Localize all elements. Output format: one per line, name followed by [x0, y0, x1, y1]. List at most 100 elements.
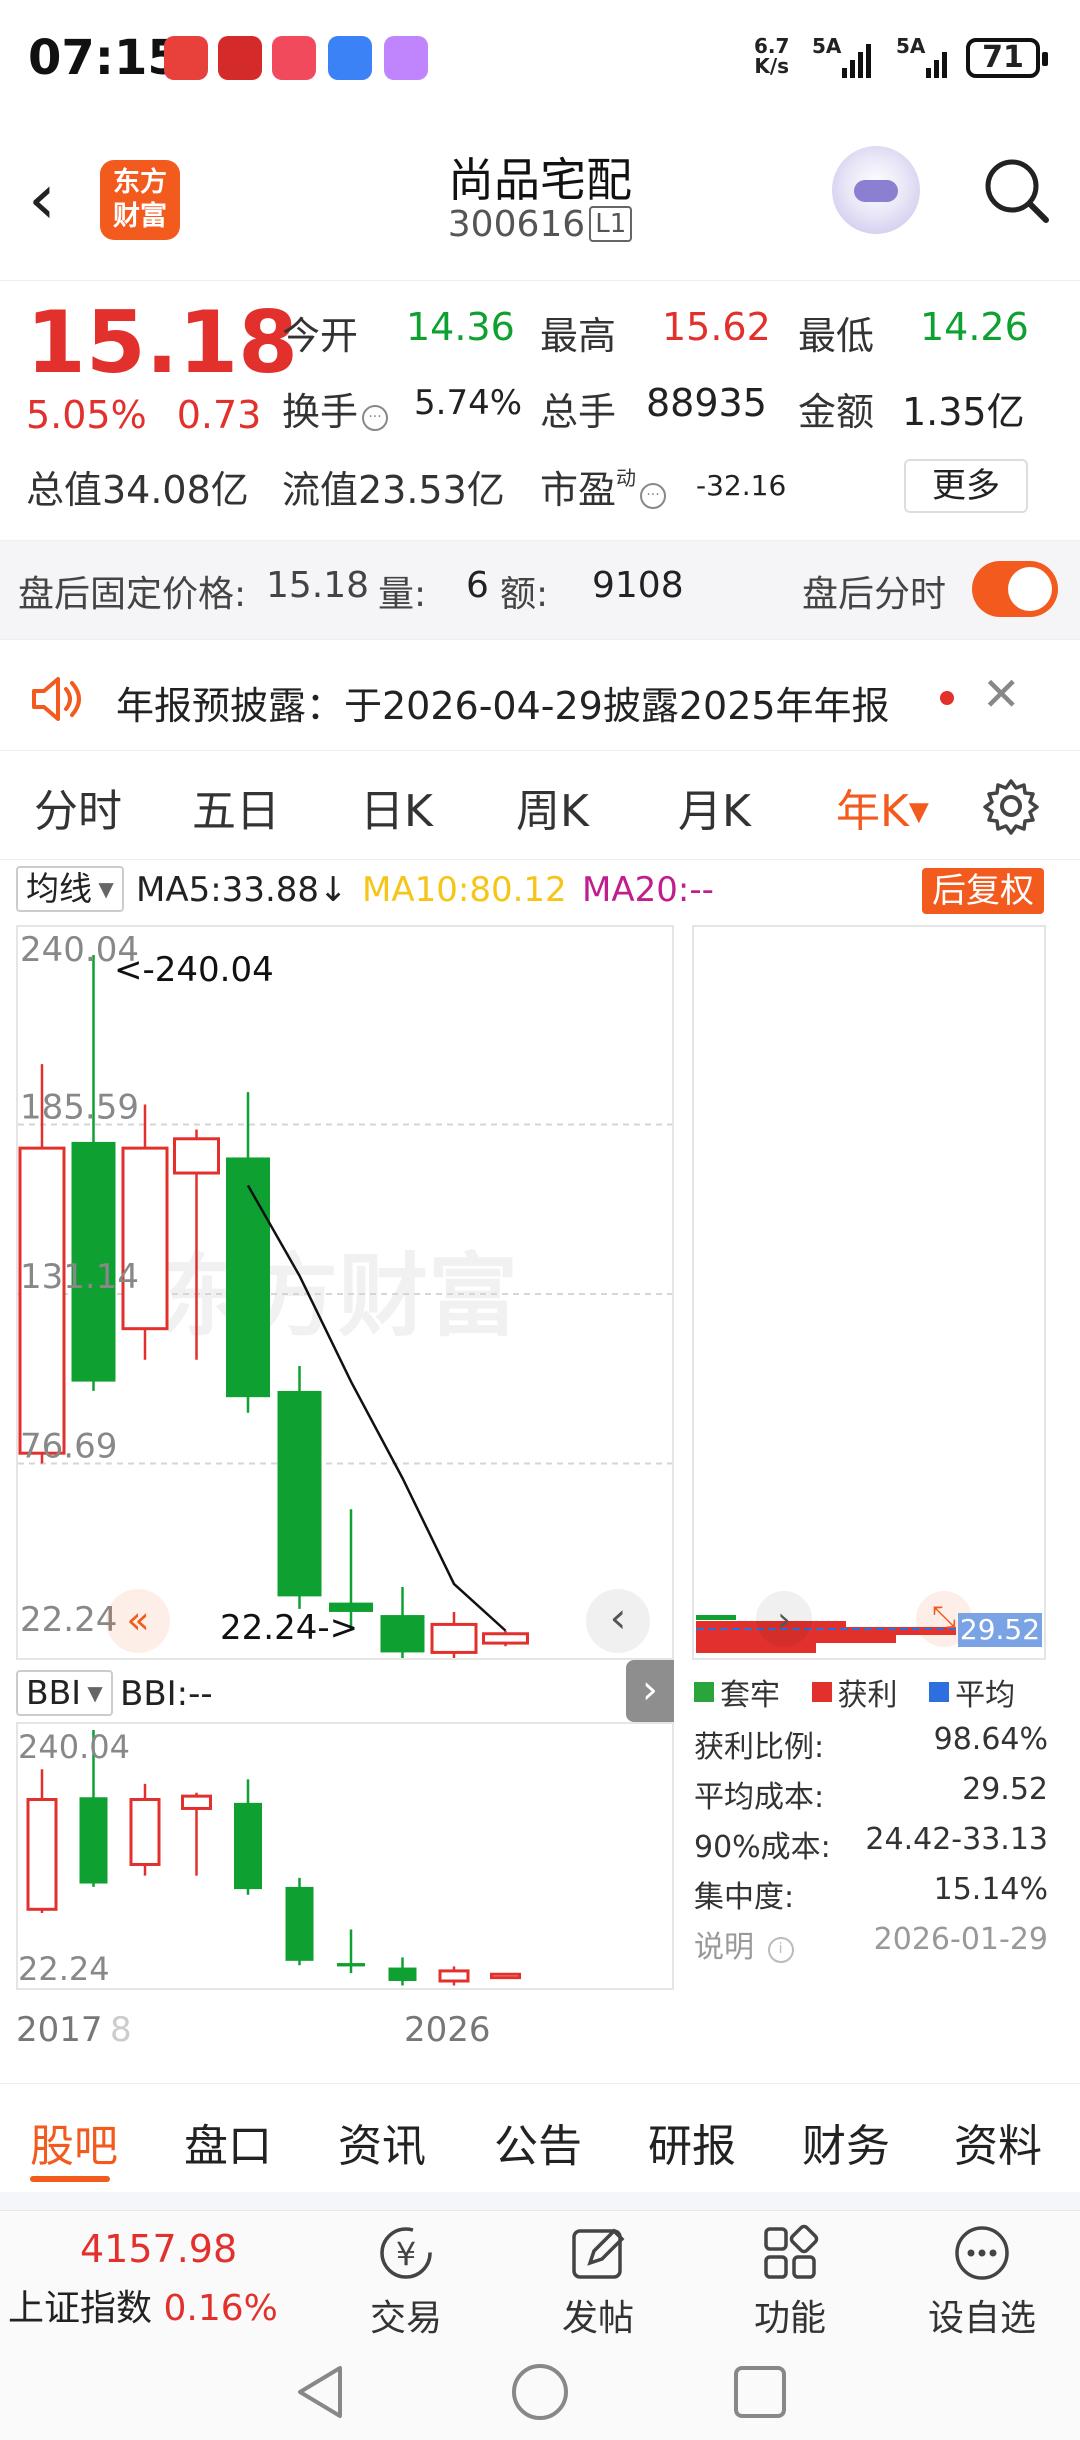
candle-body: [277, 1390, 322, 1597]
kline-chart[interactable]: 东方财富 240.04 185.59 131.14 76.69 22.24 <-240.…: [16, 925, 674, 1660]
tab-daily-k[interactable]: 日K: [360, 775, 433, 839]
tab-news[interactable]: 资讯: [338, 2110, 426, 2174]
active-tab-indicator: [30, 2176, 110, 2182]
note-row[interactable]: 说明 i 2026-01-29: [694, 1922, 1048, 1966]
tab-profile[interactable]: 资料: [954, 2110, 1042, 2174]
quote-panel: 15.18 5.05% 0.73 今开 14.36 最高 15.62 最低 14.…: [0, 280, 1080, 535]
trade-button[interactable]: ¥ 交易: [346, 2223, 466, 2341]
app-notification-icon: [218, 36, 262, 80]
expand-panel-icon[interactable]: ›: [626, 1660, 674, 1722]
avg-cost-row: 平均成本: 29.52: [694, 1772, 1048, 1815]
candle-body: [173, 1137, 220, 1175]
candle-body: [337, 1963, 365, 1967]
tab-weekly-k[interactable]: 周K: [516, 775, 589, 839]
grid-icon: [764, 2224, 819, 2279]
after-hours-toggle[interactable]: [972, 561, 1058, 617]
ma-indicator-bar: 均线 ▼ MA5:33.88↓ MA10:80.12 MA20:-- 后复权: [0, 866, 1080, 916]
nav-back-icon[interactable]: [292, 2362, 348, 2422]
tab-guba[interactable]: 股吧: [30, 2110, 118, 2174]
nav-recents-icon[interactable]: [732, 2364, 788, 2420]
candle-body: [482, 1632, 529, 1645]
tab-monthly-k[interactable]: 月K: [678, 775, 751, 839]
period-tabs: 分时 五日 日K 周K 月K 年K▼: [0, 750, 1080, 860]
notice-text: 年报预披露：于2026-04-29披露2025年年报: [116, 684, 890, 728]
add-watchlist-button[interactable]: 设自选: [922, 2223, 1042, 2341]
index-value[interactable]: 4157.98: [80, 2227, 237, 2271]
bbi-selector[interactable]: BBI ▼: [16, 1670, 113, 1716]
candle-body: [226, 1157, 270, 1398]
stock-code: 300616 L1: [340, 204, 740, 245]
low-label: 最低: [798, 314, 875, 358]
turnover-value: 5.74%: [414, 383, 523, 423]
low-value: 14.26: [920, 305, 1029, 349]
ma20-value: MA20:--: [582, 870, 714, 910]
bottom-toolbar: 4157.98 上证指数 0.16% ¥ 交易 发帖 功能 设自选: [0, 2210, 1080, 2350]
signal-label: 5A: [896, 34, 926, 58]
profit-ratio-row: 获利比例: 98.64%: [694, 1722, 1048, 1765]
ma-selector[interactable]: 均线 ▼: [16, 866, 124, 912]
stock-header: ‹ 东方 财富 尚品宅配 300616 L1: [0, 120, 1080, 280]
candle-body: [26, 1798, 58, 1911]
tab-research[interactable]: 研报: [648, 2110, 736, 2174]
post-button[interactable]: 发帖: [538, 2223, 658, 2341]
y-tick-label: 22.24: [20, 1600, 117, 1640]
scroll-left-icon[interactable]: ‹: [586, 1589, 650, 1653]
tab-five-day[interactable]: 五日: [192, 775, 280, 839]
ma10-value: MA10:80.12: [362, 870, 567, 910]
amount-label: 金额: [798, 390, 875, 434]
candle-body: [129, 1798, 161, 1866]
bbi-chart[interactable]: 240.04 22.24: [16, 1722, 674, 1990]
after-hours-amt: 9108: [592, 565, 684, 606]
chip-legend: 套牢 获利 平均: [694, 1670, 1074, 1714]
tab-intraday[interactable]: 分时: [34, 775, 122, 839]
candle-body: [285, 1886, 314, 1961]
notice-banner[interactable]: 年报预披露：于2026-04-29披露2025年年报 ✕: [0, 645, 1080, 755]
svg-text:›: ›: [777, 1600, 791, 1640]
signal-label: 5A: [812, 34, 842, 58]
max-price-label: <-240.04: [114, 950, 274, 990]
app-logo: 东方 财富: [100, 160, 180, 240]
adjust-mode-button[interactable]: 后复权: [922, 868, 1044, 914]
candle-body: [79, 1797, 108, 1884]
trade-icon: ¥: [380, 2227, 432, 2279]
pe-label: 市盈动···: [540, 459, 670, 514]
candle-body: [388, 1967, 417, 1981]
search-icon[interactable]: [982, 156, 1052, 226]
high-value: 15.62: [662, 305, 771, 349]
functions-button[interactable]: 功能: [730, 2223, 850, 2341]
candle-body: [380, 1615, 425, 1653]
content-divider: [0, 2192, 1080, 2210]
candle-body: [438, 1969, 470, 1983]
tab-pankou[interactable]: 盘口: [184, 2110, 272, 2174]
bbi-svg: 240.04 22.24: [18, 1728, 521, 1988]
nav-home-icon[interactable]: [510, 2362, 570, 2422]
battery-icon: 71: [966, 38, 1048, 78]
price-change: 5.05% 0.73: [26, 393, 262, 437]
chip-distribution-panel[interactable]: › ⤡ 29.52: [692, 925, 1046, 1660]
close-icon[interactable]: ✕: [982, 667, 1021, 721]
more-button[interactable]: 更多: [904, 459, 1028, 513]
unread-dot: [940, 691, 954, 705]
index-name[interactable]: 上证指数 0.16%: [8, 2279, 278, 2331]
kline-svg: 东方财富 240.04185.59131.1476.6922.24 <-240.…: [18, 930, 672, 1658]
svg-text:⤡: ⤡: [932, 1600, 956, 1635]
app-notification-icon: [164, 36, 208, 80]
volume-label: 总手: [540, 390, 617, 434]
tab-announcements[interactable]: 公告: [494, 2110, 582, 2174]
speaker-icon: [32, 677, 81, 721]
tab-finance[interactable]: 财务: [802, 2110, 890, 2174]
x-label-faded: 8: [110, 2010, 132, 2050]
legend-trapped: 套牢: [694, 1670, 780, 1714]
float-cap: 流值23.53亿: [282, 468, 505, 512]
more-dots-icon: [955, 2226, 1009, 2280]
back-icon[interactable]: ‹: [28, 164, 56, 234]
tab-yearly-k[interactable]: 年K▼: [836, 775, 929, 839]
candle-body: [490, 1972, 521, 1980]
ai-assistant-icon[interactable]: [832, 146, 920, 234]
settings-gear-icon[interactable]: [982, 777, 1040, 835]
scroll-left-fast-icon[interactable]: «: [106, 1589, 170, 1653]
candle-body: [18, 1146, 66, 1455]
candle-body: [430, 1622, 478, 1654]
y-tick-label: 76.69: [20, 1427, 117, 1467]
system-navigation: [0, 2350, 1080, 2440]
